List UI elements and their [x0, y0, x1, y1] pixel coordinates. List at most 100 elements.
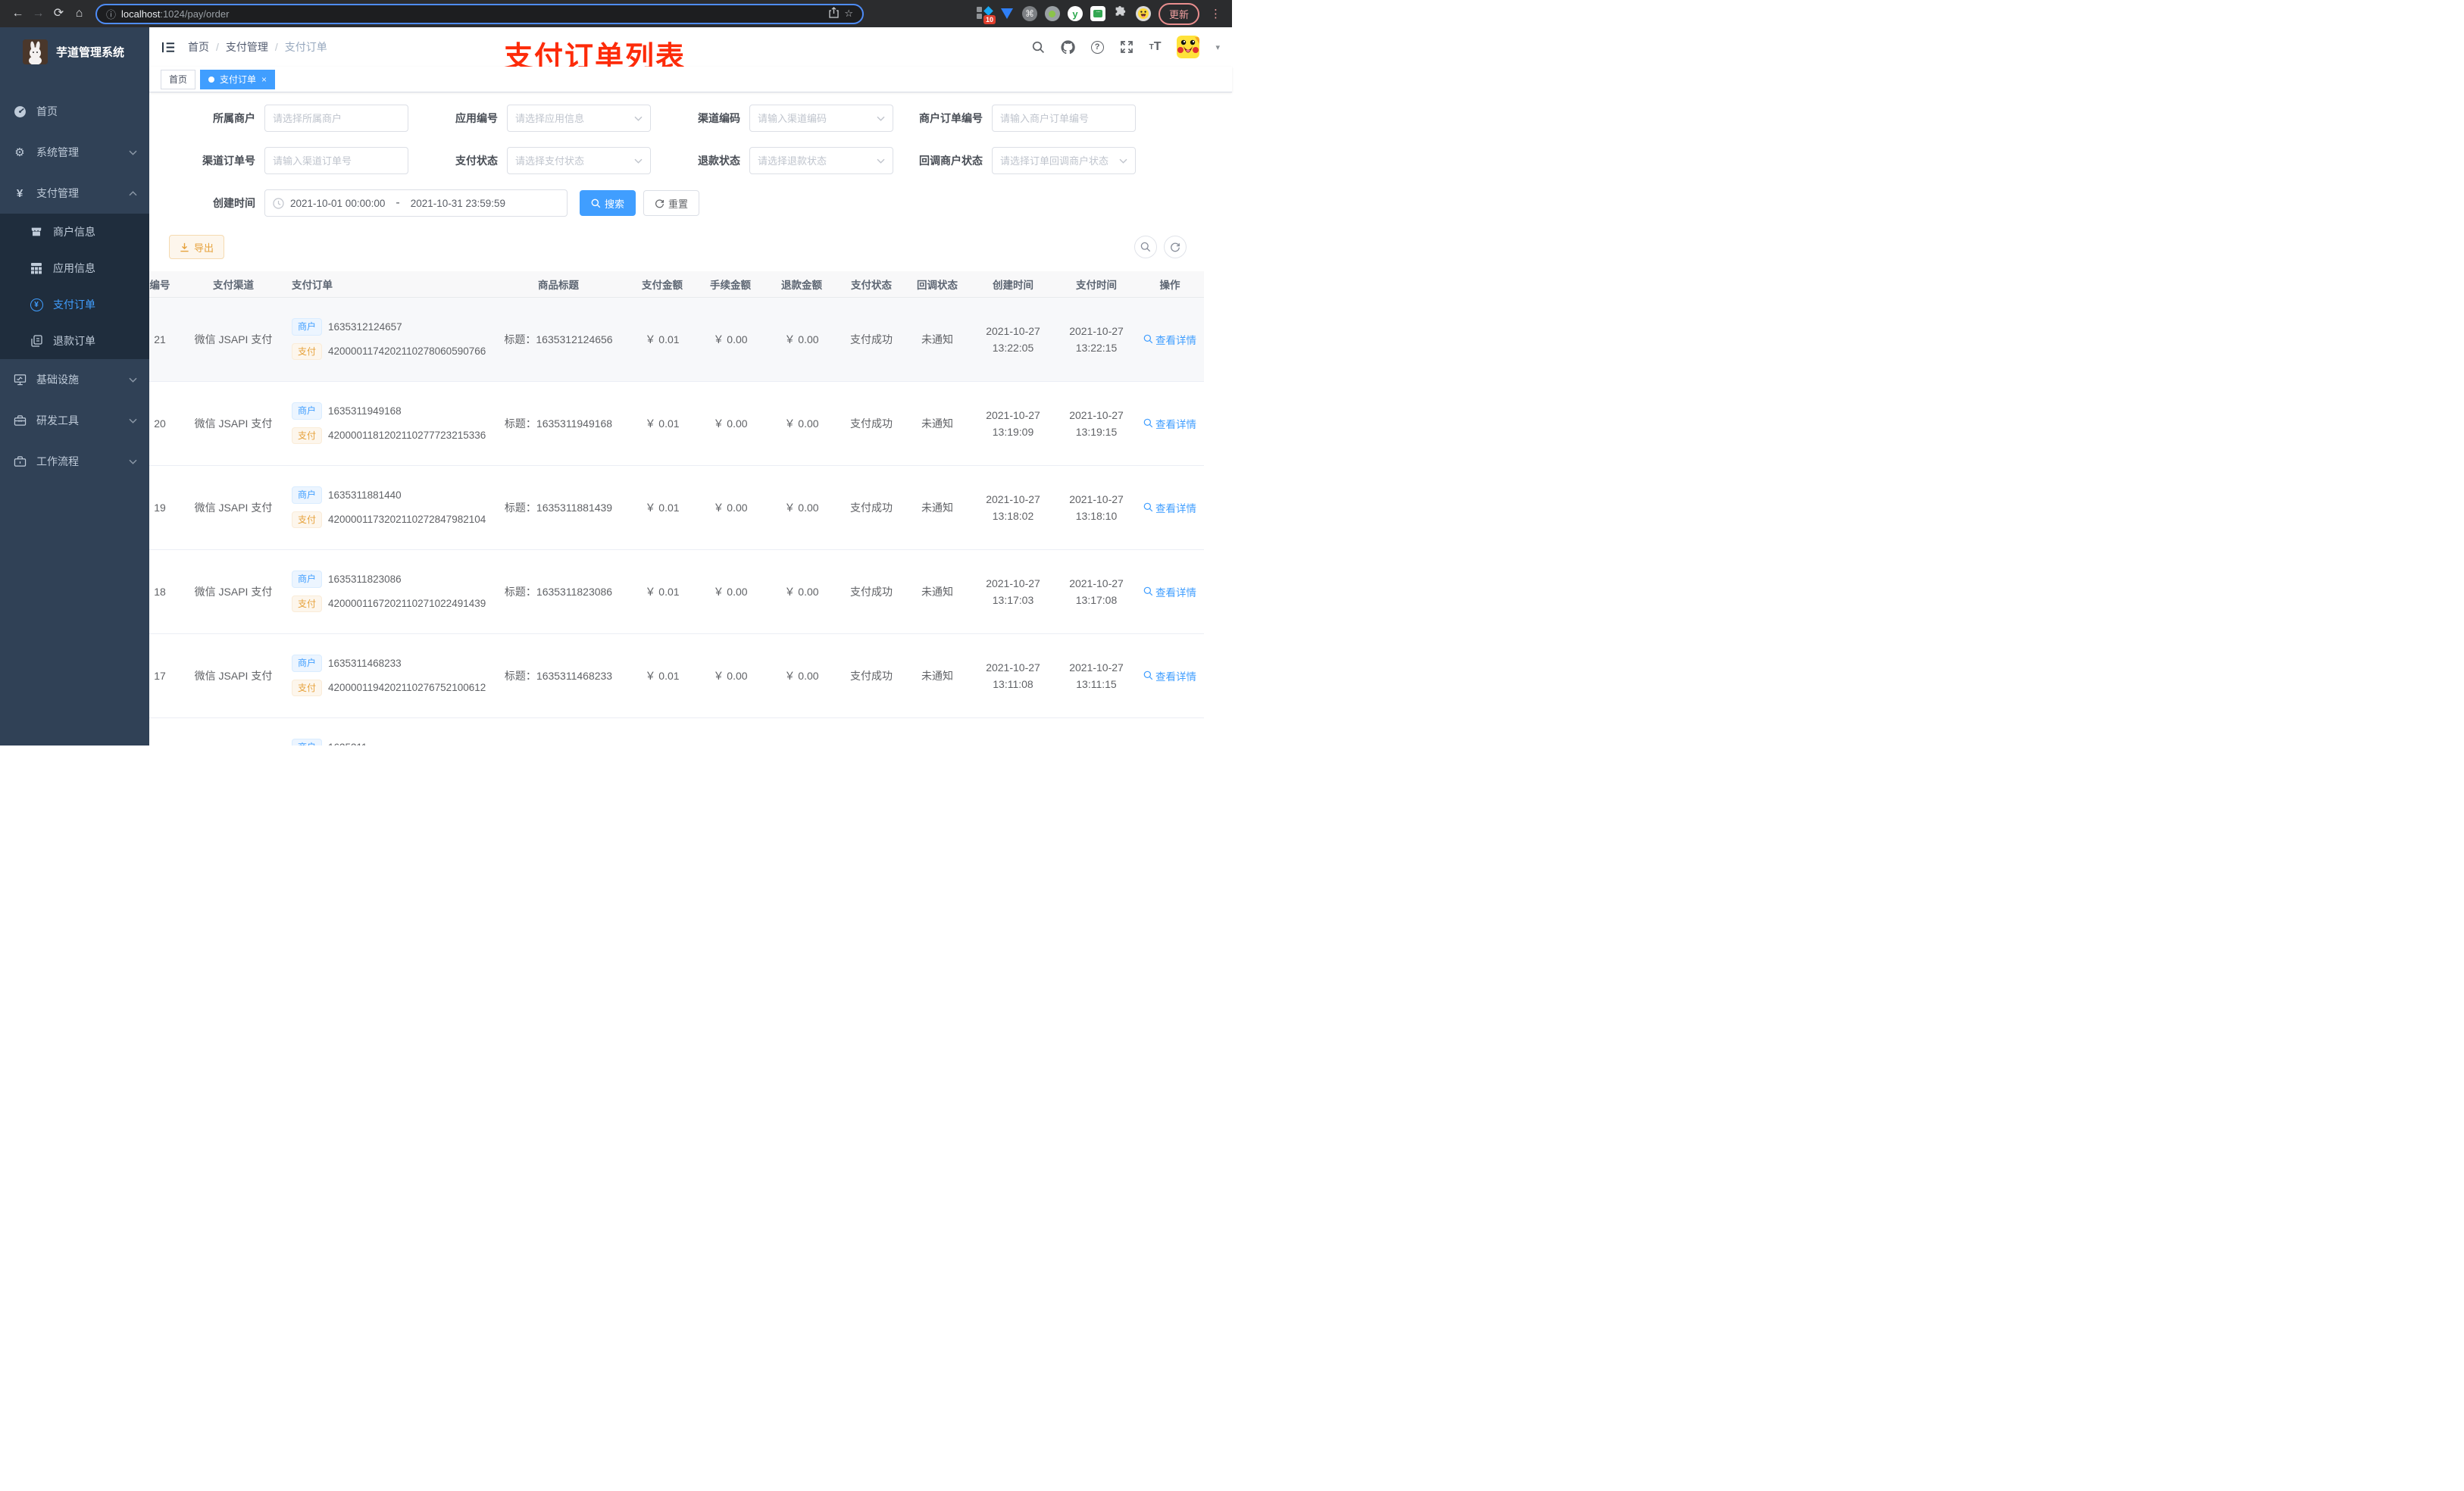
extension-command-icon[interactable]: ⌘ [1021, 6, 1037, 21]
sidebar-item-app-info[interactable]: 应用信息 [0, 250, 149, 286]
cell-actions: 查看详情 [1136, 297, 1204, 382]
pay-order-no: 4200001181202110277723215336 [328, 430, 486, 442]
cell-fee [695, 717, 766, 746]
col-status: 支付状态 [837, 271, 905, 298]
chevron-down-icon [129, 150, 137, 155]
pay-order-no: 4200001174202110278060590766 [328, 345, 486, 358]
sidebar-item-dev-tools[interactable]: 研发工具 [0, 400, 149, 441]
cell-id: 21 [149, 297, 184, 382]
col-created: 创建时间 [969, 271, 1057, 298]
view-detail-link[interactable]: 查看详情 [1143, 500, 1196, 515]
url-bar[interactable]: ⓘ localhost:1024/pay/order ☆ [95, 3, 864, 24]
view-detail-link[interactable]: 查看详情 [1143, 332, 1196, 347]
search-button[interactable]: 搜索 [580, 190, 636, 216]
bookmark-star-icon[interactable]: ☆ [844, 8, 853, 20]
refund-status-select[interactable] [758, 155, 874, 167]
cell-actions: 查看详情 [1136, 717, 1204, 746]
cell-refund: ￥ 0.00 [766, 381, 837, 466]
sidebar-item-infrastructure[interactable]: 基础设施 [0, 359, 149, 400]
user-avatar[interactable] [1177, 36, 1200, 58]
cell-status: 支付成功 [837, 381, 905, 466]
sidebar-item-system[interactable]: ⚙ 系统管理 [0, 132, 149, 173]
breadcrumb-payment[interactable]: 支付管理 [226, 39, 268, 55]
sidebar-item-home[interactable]: 首页 [0, 91, 149, 132]
chevron-up-icon [129, 190, 137, 196]
github-icon[interactable] [1061, 39, 1075, 55]
export-button[interactable]: 导出 [169, 235, 225, 259]
fullscreen-icon[interactable] [1120, 40, 1134, 54]
extension-blocks-icon[interactable]: 10 [976, 6, 996, 24]
show-search-button[interactable] [1134, 236, 1157, 258]
browser-menu-icon[interactable]: ⋮ [1207, 7, 1224, 20]
view-detail-link[interactable]: 查看详情 [1143, 416, 1196, 431]
extensions-puzzle-icon[interactable] [1113, 6, 1128, 21]
cell-channel: 微信 JSAPI 支付 [184, 465, 283, 550]
reset-button[interactable]: 重置 [643, 190, 700, 216]
extension-gem-icon[interactable] [999, 6, 1015, 21]
tab-close-icon[interactable]: × [261, 74, 267, 85]
site-info-icon[interactable]: ⓘ [106, 7, 116, 21]
cell-paid-time: 2021-10-27 13:17:08 [1057, 549, 1136, 634]
cell-channel: 微信 JSAPI 支付 [184, 633, 283, 718]
date-end: 2021-10-31 23:59:59 [410, 197, 506, 209]
avatar-caret-icon[interactable]: ▾ [1215, 42, 1220, 52]
search-icon[interactable] [1032, 41, 1045, 54]
cell-paid-time: 2021-10-27 13:19:15 [1057, 381, 1136, 466]
cell-created-time: 2021-10-27 13:19:09 [969, 381, 1057, 466]
refresh-table-button[interactable] [1164, 236, 1187, 258]
share-icon[interactable] [829, 7, 839, 20]
breadcrumb: 首页 / 支付管理 / 支付订单 [188, 39, 327, 55]
table-row: 20 微信 JSAPI 支付 商户 1635311949168 支付 42000… [149, 381, 1204, 466]
cell-pay-order: 商户 1635311 支付 [283, 717, 487, 746]
merchant-order-no-input[interactable] [1000, 112, 1127, 124]
home-icon[interactable]: ⌂ [69, 4, 89, 23]
browser-toolbar: ← → ⟳ ⌂ ⓘ localhost:1024/pay/order ☆ 10 … [0, 0, 1232, 27]
extension-y-icon[interactable]: y [1067, 6, 1083, 21]
sidebar-item-refund-order[interactable]: 退款订单 [0, 323, 149, 359]
cell-title: 标题：1635311949168 [487, 381, 630, 466]
sidebar-item-payment[interactable]: ¥ 支付管理 [0, 173, 149, 214]
view-detail-link[interactable]: 查看详情 [1143, 584, 1196, 599]
channel-order-no-input[interactable] [273, 155, 400, 167]
update-button[interactable]: 更新 [1158, 2, 1199, 25]
pay-status-select[interactable] [515, 155, 631, 167]
font-size-icon[interactable]: TT [1149, 40, 1162, 54]
url-text: localhost:1024/pay/order [121, 8, 230, 20]
sidebar-item-merchant-info[interactable]: 商户信息 [0, 214, 149, 250]
refresh-icon[interactable]: ⟳ [48, 4, 69, 23]
breadcrumb-separator: / [274, 41, 278, 53]
profile-emoji-icon[interactable] [1135, 6, 1151, 21]
cell-pay-order: 商户 1635311949168 支付 42000011812021102777… [283, 381, 487, 466]
sidebar-item-label: 支付订单 [53, 299, 95, 311]
table-row: 18 微信 JSAPI 支付 商户 1635311823086 支付 42000… [149, 549, 1204, 634]
tab-home[interactable]: 首页 [161, 69, 196, 89]
extension-recorder-icon[interactable] [1044, 6, 1060, 21]
app-no-select[interactable] [515, 112, 631, 124]
help-icon[interactable]: ? [1090, 40, 1104, 54]
pay-order-no: 4200001167202110271022491439 [328, 598, 486, 610]
notify-status-select[interactable] [1000, 155, 1116, 167]
cell-notify: 未通知 [905, 381, 969, 466]
cell-fee: ￥ 0.00 [695, 465, 766, 550]
breadcrumb-home[interactable]: 首页 [188, 39, 209, 55]
view-detail-link[interactable]: 查看详情 [1143, 668, 1196, 683]
cell-notify: 未通知 [905, 633, 969, 718]
forward-icon[interactable]: → [28, 4, 48, 23]
sidebar-item-pay-order[interactable]: ¥ 支付订单 [0, 286, 149, 323]
back-icon[interactable]: ← [8, 4, 28, 23]
sidebar-collapse-icon[interactable] [161, 41, 176, 54]
yen-icon: ¥ [16, 186, 23, 200]
chevron-down-icon [129, 418, 137, 424]
pay-tag: 支付 [292, 342, 323, 361]
cell-paid-time [1057, 717, 1136, 746]
extension-chat-icon[interactable]: ··· [1090, 6, 1105, 21]
pay-tag: 支付 [292, 595, 323, 613]
merchant-tag: 商户 [292, 402, 323, 420]
date-range-input[interactable]: 2021-10-01 00:00:00 - 2021-10-31 23:59:5… [264, 189, 568, 217]
cell-pay-order: 商户 1635311468233 支付 42000011942021102767… [283, 633, 487, 718]
sidebar-item-workflow[interactable]: 工作流程 [0, 441, 149, 482]
merchant-select[interactable] [273, 112, 400, 124]
channel-code-select[interactable] [758, 112, 874, 124]
cell-refund [766, 717, 837, 746]
tab-pay-order[interactable]: 支付订单 × [200, 69, 276, 89]
